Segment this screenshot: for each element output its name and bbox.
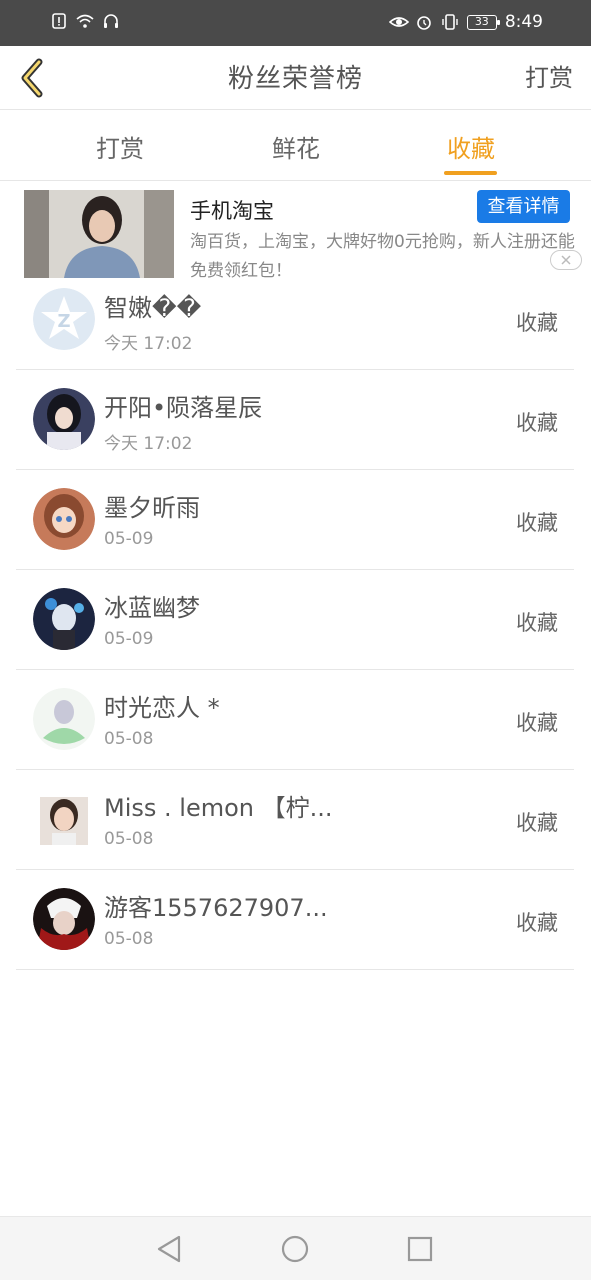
fan-time: 05-08 [104, 929, 154, 949]
status-left-icons [50, 12, 120, 30]
list-item[interactable]: Z 智嫩�� 今天 17:02 收藏 [16, 270, 574, 370]
fan-time: 05-09 [104, 529, 154, 549]
ad-image[interactable] [24, 190, 174, 278]
fan-action: 收藏 [516, 811, 558, 835]
list-item[interactable]: 时光恋人 * 05-08 收藏 [16, 670, 574, 770]
fan-time: 05-09 [104, 629, 154, 649]
system-nav-bar [0, 1216, 591, 1280]
tab-favorites[interactable]: 收藏 [411, 129, 531, 164]
ad-detail-button[interactable]: 查看详情 [477, 190, 570, 223]
nav-home-button[interactable] [279, 1233, 311, 1265]
list-item[interactable]: 冰蓝幽梦 05-09 收藏 [16, 570, 574, 670]
fan-time: 今天 17:02 [104, 334, 193, 354]
clock: 8:49 [504, 12, 543, 32]
fan-action: 收藏 [516, 611, 558, 635]
close-icon [561, 255, 571, 265]
ad-close-button[interactable] [550, 250, 582, 270]
fan-action: 收藏 [516, 511, 558, 535]
fan-name: 开阳•陨落星辰 [104, 394, 263, 422]
list-item[interactable]: 开阳•陨落星辰 今天 17:02 收藏 [16, 370, 574, 470]
fan-time: 05-08 [104, 729, 154, 749]
fan-name: Miss . lemon 【柠... [104, 794, 333, 822]
fan-action: 收藏 [516, 711, 558, 735]
headphones-icon [102, 12, 120, 30]
avatar [33, 388, 95, 450]
sim-alert-icon [50, 12, 68, 30]
avatar: Z [33, 288, 95, 350]
nav-back-button[interactable] [153, 1233, 185, 1265]
square-recents-icon [407, 1236, 433, 1262]
avatar [33, 488, 95, 550]
circle-home-icon [281, 1235, 309, 1263]
tab-reward[interactable]: 打赏 [60, 129, 180, 164]
fan-action: 收藏 [516, 411, 558, 435]
reward-button[interactable]: 打赏 [525, 58, 573, 93]
status-bar: 33 8:49 [0, 0, 591, 46]
fan-name: 游客1557627907... [104, 894, 328, 922]
fan-name: 智嫩�� [104, 294, 202, 322]
svg-text:Z: Z [57, 311, 70, 332]
alarm-icon [415, 13, 433, 31]
tab-flowers[interactable]: 鲜花 [236, 129, 356, 164]
wifi-icon [76, 12, 94, 30]
ad-title: 手机淘宝 [190, 199, 274, 223]
fan-time: 05-08 [104, 829, 154, 849]
avatar [33, 688, 95, 750]
tab-bar: 打赏 鲜花 收藏 [0, 111, 591, 181]
status-right-icons: 33 8:49 [388, 12, 543, 32]
active-tab-indicator [444, 171, 497, 175]
title-bar: 粉丝荣誉榜 打赏 [0, 46, 591, 110]
fan-name: 墨夕昕雨 [104, 494, 200, 522]
fan-time: 今天 17:02 [104, 434, 193, 454]
vibrate-icon [441, 13, 459, 31]
battery-indicator: 33 [466, 14, 500, 30]
ad-banner[interactable]: 手机淘宝 查看详情 淘百货，上淘宝，大牌好物0元抢购，新人注册还能免费领红包！ [0, 182, 591, 281]
list-item[interactable]: 墨夕昕雨 05-09 收藏 [16, 470, 574, 570]
fan-name: 冰蓝幽梦 [104, 594, 200, 622]
list-item[interactable]: 游客1557627907... 05-08 收藏 [16, 870, 574, 970]
page-title: 粉丝荣誉榜 [227, 64, 363, 94]
triangle-back-icon [157, 1235, 181, 1263]
avatar [40, 797, 88, 845]
fan-name: 时光恋人 * [104, 694, 220, 722]
eye-comfort-icon [388, 13, 410, 31]
fan-action: 收藏 [516, 911, 558, 935]
list-item[interactable]: Miss . lemon 【柠... 05-08 收藏 [16, 770, 574, 870]
fan-action: 收藏 [516, 311, 558, 335]
avatar [33, 888, 95, 950]
avatar [33, 588, 95, 650]
nav-recents-button[interactable] [404, 1233, 436, 1265]
